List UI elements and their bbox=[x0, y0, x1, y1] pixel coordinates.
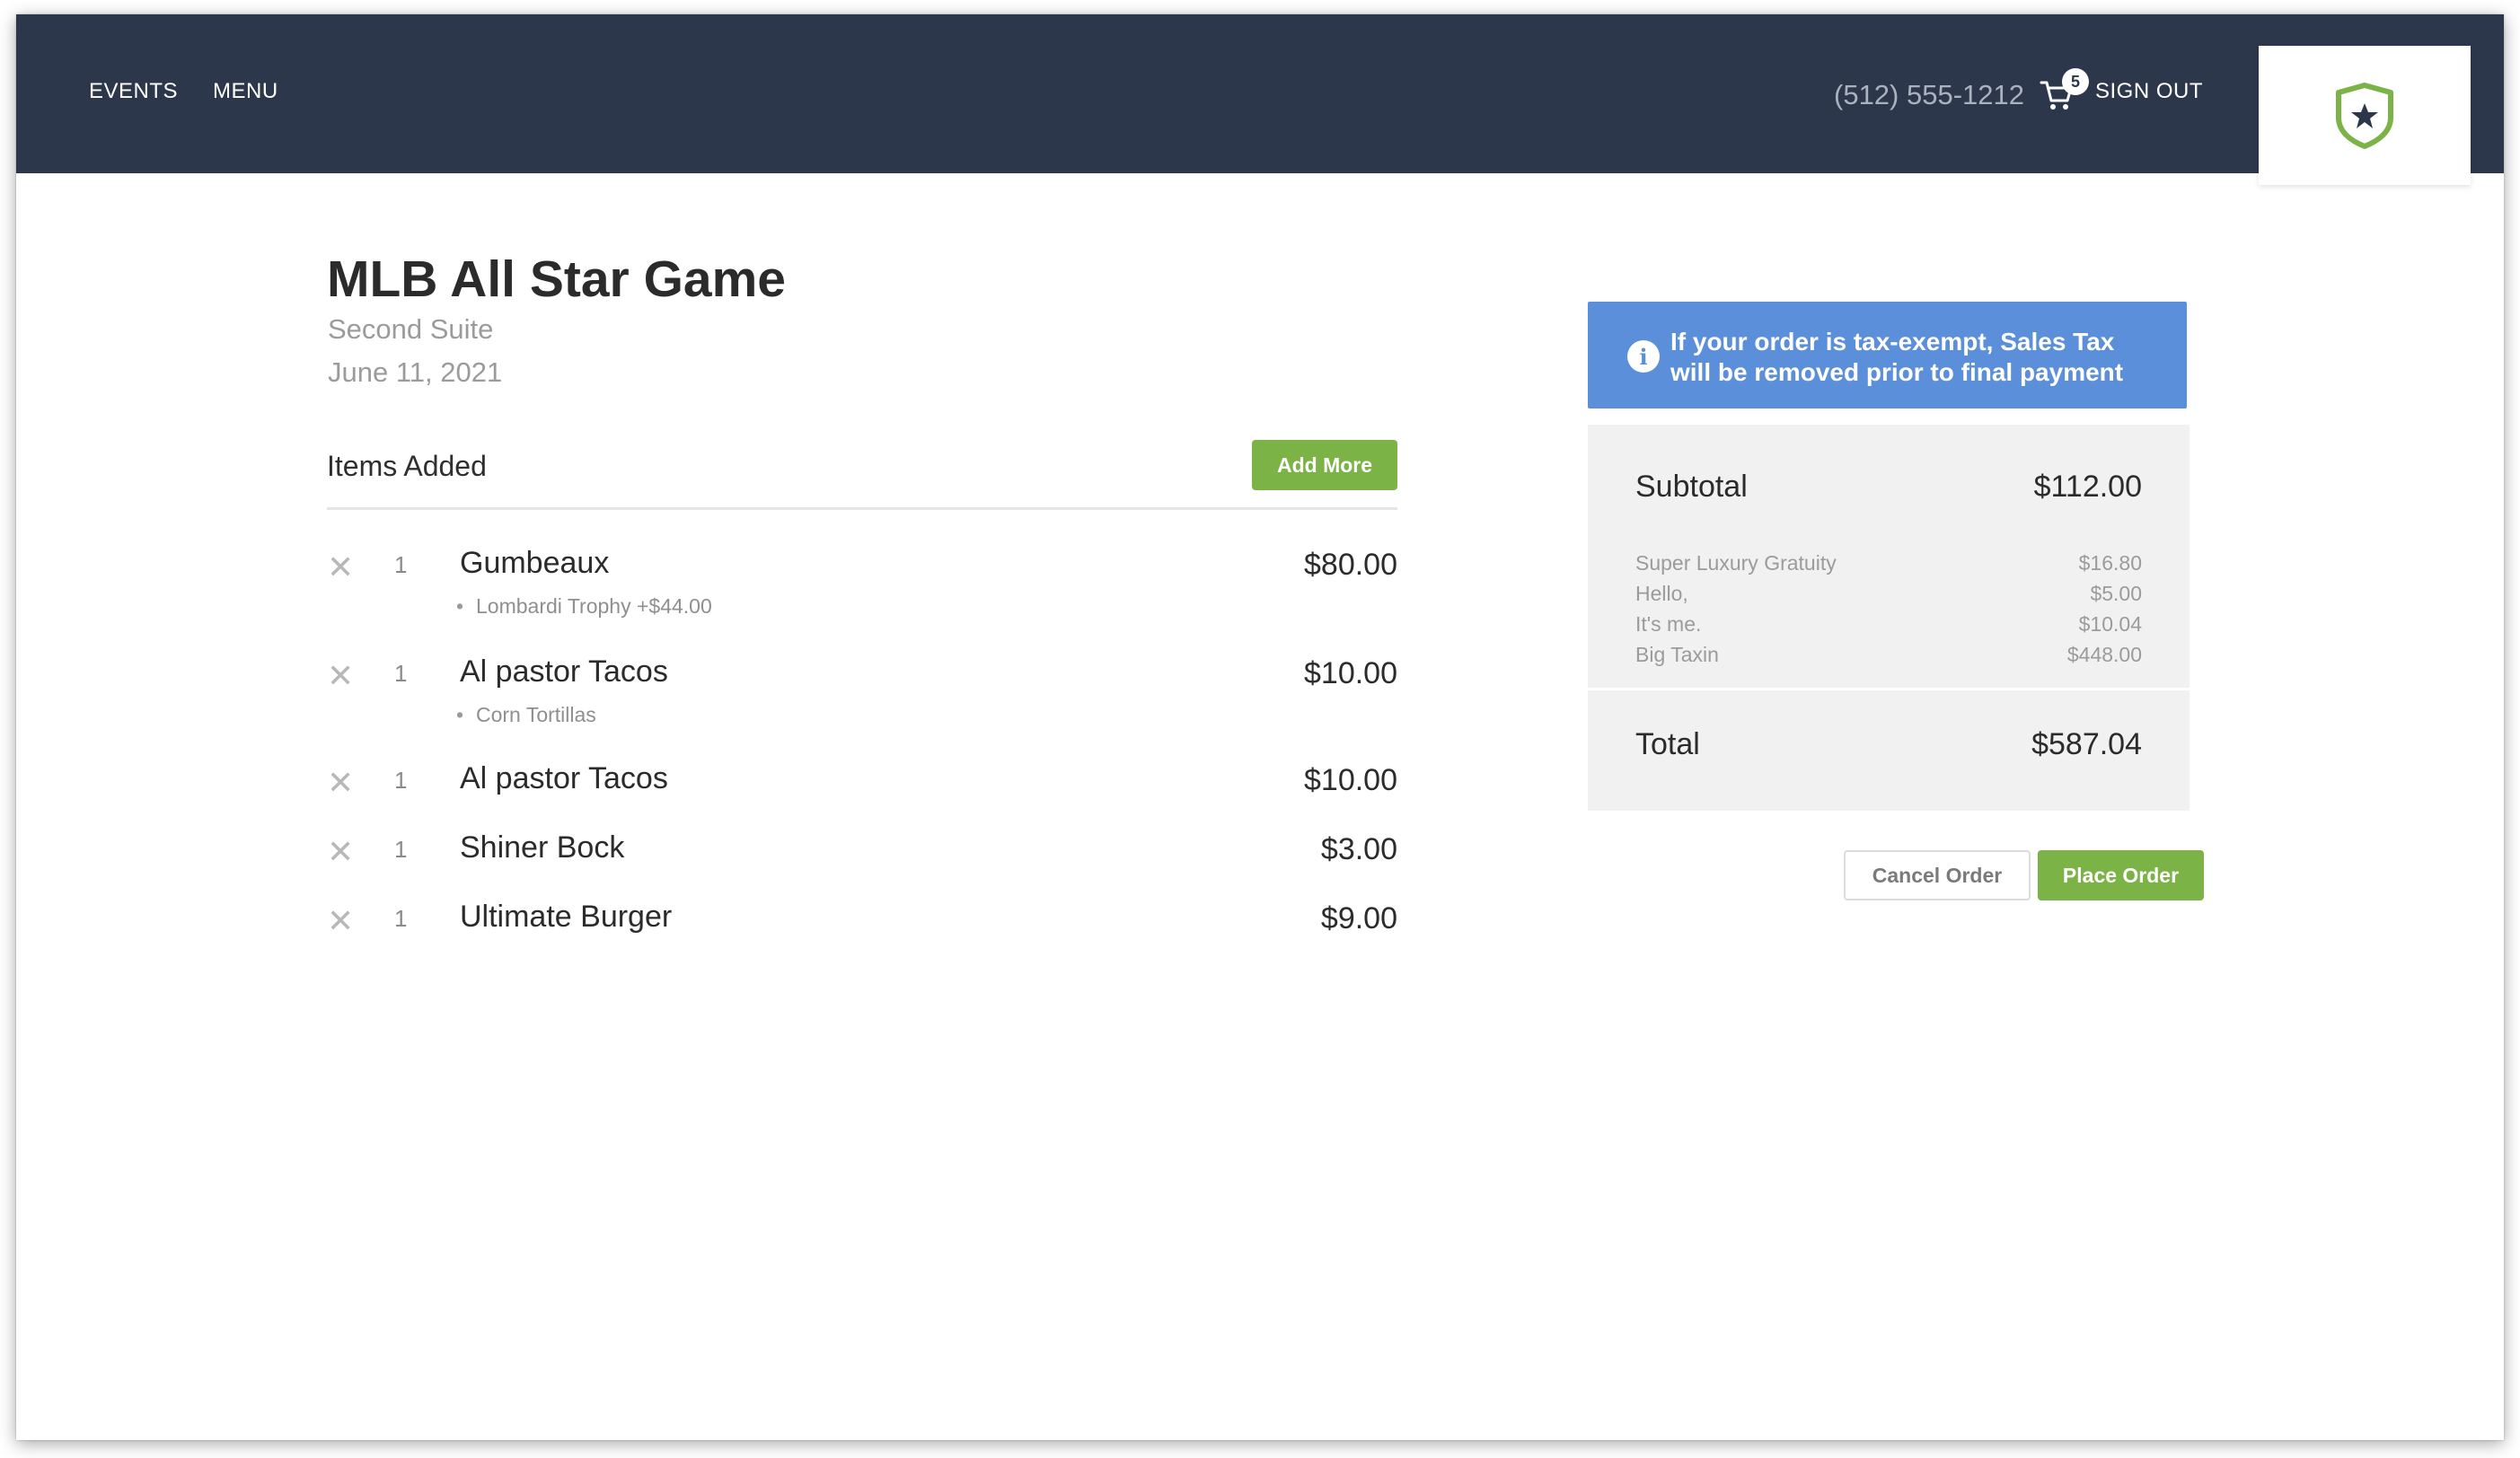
sign-out-link[interactable]: SIGN OUT bbox=[2095, 79, 2203, 104]
fee-label: Hello, bbox=[1635, 582, 1688, 605]
fee-value: $448.00 bbox=[2066, 643, 2142, 666]
list-item: ✕ 1 Al pastor Tacos $10.00 Corn Tortilla… bbox=[327, 654, 1397, 727]
nav-link-events[interactable]: EVENTS bbox=[89, 79, 178, 104]
fee-value: $10.04 bbox=[2078, 612, 2142, 636]
item-name[interactable]: Shiner Bock bbox=[460, 830, 624, 865]
fee-label: Big Taxin bbox=[1635, 643, 1719, 666]
info-icon: i bbox=[1627, 340, 1660, 373]
total-value: $587.04 bbox=[2031, 727, 2142, 761]
items-added-heading: Items Added bbox=[327, 450, 487, 482]
fee-row: Hello, $5.00 bbox=[1635, 582, 2142, 610]
item-modifier: Corn Tortillas bbox=[456, 703, 596, 727]
fee-row: It's me. $10.04 bbox=[1635, 612, 2142, 641]
event-title: MLB All Star Game bbox=[327, 250, 786, 308]
remove-item-icon[interactable]: ✕ bbox=[327, 834, 354, 870]
item-quantity: 1 bbox=[394, 767, 408, 794]
event-date: June 11, 2021 bbox=[328, 356, 503, 388]
fee-row: Super Luxury Gratuity $16.80 bbox=[1635, 551, 2142, 580]
list-item: ✕ 1 Ultimate Burger $9.00 bbox=[327, 900, 1397, 948]
cart-count-badge: 5 bbox=[2062, 68, 2089, 95]
list-item: ✕ 1 Gumbeaux $80.00 Lombardi Trophy +$44… bbox=[327, 546, 1397, 619]
remove-item-icon[interactable]: ✕ bbox=[327, 658, 354, 694]
item-price: $9.00 bbox=[1320, 901, 1397, 935]
place-order-button[interactable]: Place Order bbox=[2038, 850, 2204, 900]
phone-number: (512) 555-1212 bbox=[1834, 79, 2024, 110]
subtotal-value: $112.00 bbox=[2033, 470, 2142, 504]
item-modifier: Lombardi Trophy +$44.00 bbox=[456, 594, 712, 619]
order-summary: Subtotal $112.00 Super Luxury Gratuity $… bbox=[1588, 425, 2190, 811]
nav-link-menu[interactable]: MENU bbox=[213, 79, 278, 104]
fee-row: Big Taxin $448.00 bbox=[1635, 643, 2142, 672]
fee-value: $5.00 bbox=[2090, 582, 2142, 605]
app-window: EVENTS MENU (512) 555-1212 5 SIGN OUT ML… bbox=[16, 14, 2504, 1440]
fee-value: $16.80 bbox=[2078, 551, 2142, 575]
brand-logo[interactable] bbox=[2259, 46, 2471, 185]
add-more-button[interactable]: Add More bbox=[1252, 440, 1397, 490]
summary-divider bbox=[1588, 688, 2190, 690]
item-quantity: 1 bbox=[394, 551, 408, 578]
item-price: $10.00 bbox=[1304, 763, 1397, 797]
item-quantity: 1 bbox=[394, 905, 408, 932]
fee-label: Super Luxury Gratuity bbox=[1635, 551, 1837, 575]
remove-item-icon[interactable]: ✕ bbox=[327, 765, 354, 801]
item-name[interactable]: Gumbeaux bbox=[460, 546, 609, 581]
total-label: Total bbox=[1635, 727, 1700, 761]
item-price: $80.00 bbox=[1304, 548, 1397, 582]
cancel-order-button[interactable]: Cancel Order bbox=[1844, 850, 2031, 900]
list-item: ✕ 1 Al pastor Tacos $10.00 bbox=[327, 761, 1397, 810]
item-quantity: 1 bbox=[394, 660, 408, 687]
item-price: $10.00 bbox=[1304, 656, 1397, 690]
items-divider bbox=[327, 507, 1397, 510]
remove-item-icon[interactable]: ✕ bbox=[327, 549, 354, 585]
notice-text: If your order is tax-exempt, Sales Tax w… bbox=[1670, 328, 2124, 386]
event-suite: Second Suite bbox=[328, 313, 494, 345]
tax-exempt-notice: i If your order is tax-exempt, Sales Tax… bbox=[1588, 302, 2187, 408]
list-item: ✕ 1 Shiner Bock $3.00 bbox=[327, 830, 1397, 879]
subtotal-label: Subtotal bbox=[1635, 470, 1748, 504]
fee-label: It's me. bbox=[1635, 612, 1702, 636]
item-name[interactable]: Al pastor Tacos bbox=[460, 761, 668, 796]
item-name[interactable]: Ultimate Burger bbox=[460, 900, 672, 935]
item-name[interactable]: Al pastor Tacos bbox=[460, 654, 668, 689]
item-quantity: 1 bbox=[394, 836, 408, 863]
shield-star-logo-icon bbox=[2336, 82, 2393, 149]
remove-item-icon[interactable]: ✕ bbox=[327, 903, 354, 939]
top-navbar: EVENTS MENU (512) 555-1212 5 SIGN OUT bbox=[16, 14, 2504, 173]
item-price: $3.00 bbox=[1320, 832, 1397, 866]
